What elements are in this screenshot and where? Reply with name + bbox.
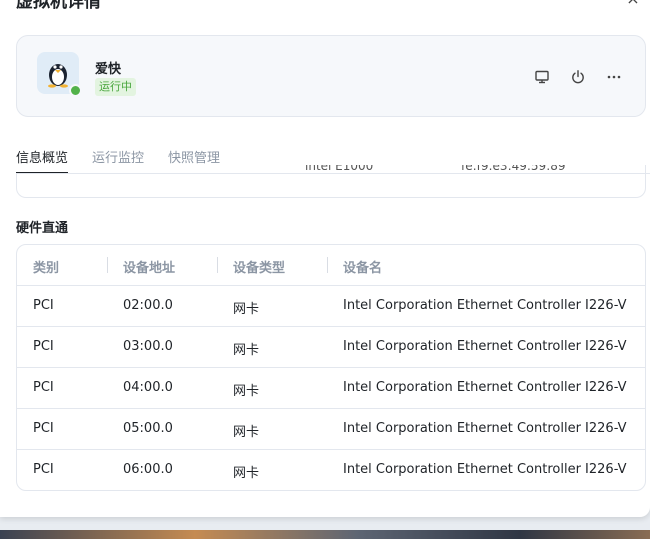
running-status-dot — [69, 84, 82, 97]
cell-category: PCI — [33, 380, 54, 395]
cell-category: PCI — [33, 298, 54, 313]
tab-snapshots[interactable]: 快照管理 — [168, 147, 220, 174]
cell-address: 02:00.0 — [123, 298, 173, 313]
cell-device-name: Intel Corporation Ethernet Controller I2… — [343, 421, 627, 436]
section-title-hardware: 硬件直通 — [16, 221, 69, 236]
column-header-address: 设备地址 — [123, 261, 176, 276]
table-row[interactable]: PCI 02:00.0 网卡 Intel Corporation Etherne… — [17, 286, 645, 327]
table-row[interactable]: PCI 06:00.0 网卡 Intel Corporation Etherne… — [17, 450, 645, 490]
cell-type: 网卡 — [233, 425, 260, 440]
column-separator — [107, 257, 108, 273]
vm-summary-card: 爱快 运行中 — [16, 35, 646, 117]
table-row[interactable]: PCI 05:00.0 网卡 Intel Corporation Etherne… — [17, 409, 645, 450]
more-horizontal-icon — [607, 75, 621, 79]
cell-address: 04:00.0 — [123, 380, 173, 395]
monitor-icon — [535, 70, 549, 84]
cell-category: PCI — [33, 462, 54, 477]
cell-address: 05:00.0 — [123, 421, 173, 436]
tab-divider — [16, 173, 650, 174]
table-header: 类别 设备地址 设备类型 设备名 — [17, 245, 645, 286]
vm-name: 爱快 — [95, 62, 122, 77]
power-button[interactable] — [567, 66, 589, 88]
column-header-category: 类别 — [33, 261, 60, 276]
cell-type: 网卡 — [233, 466, 260, 481]
table-row[interactable]: PCI 04:00.0 网卡 Intel Corporation Etherne… — [17, 368, 645, 409]
linux-penguin-icon — [48, 64, 68, 88]
hardware-table: 类别 设备地址 设备类型 设备名 PCI 02:00.0 网卡 Intel Co… — [16, 244, 646, 491]
dialog-title: 虚拟机详情 — [16, 0, 101, 12]
cell-type: 网卡 — [233, 302, 260, 317]
column-header-device-name: 设备名 — [343, 261, 383, 276]
tab-bar: 信息概览 运行监控 快照管理 — [16, 145, 221, 174]
more-button[interactable] — [603, 66, 625, 88]
close-icon[interactable]: × — [624, 0, 642, 8]
cell-category: PCI — [33, 421, 54, 436]
cell-type: 网卡 — [233, 343, 260, 358]
vm-detail-dialog: 虚拟机详情 × 爱快 运行中 — [0, 0, 650, 517]
cell-device-name: Intel Corporation Ethernet Controller I2… — [343, 380, 627, 395]
column-separator — [217, 257, 218, 273]
tab-overview[interactable]: 信息概览 — [16, 147, 69, 174]
cell-address: 06:00.0 — [123, 462, 173, 477]
table-row[interactable]: PCI 03:00.0 网卡 Intel Corporation Etherne… — [17, 327, 645, 368]
cell-category: PCI — [33, 339, 54, 354]
column-header-type: 设备类型 — [233, 261, 286, 276]
network-model: intel E1000 — [305, 165, 374, 173]
network-mac: fe:f9:e3:49:59:89 — [461, 165, 566, 173]
cell-device-name: Intel Corporation Ethernet Controller I2… — [343, 298, 627, 313]
cell-type: 网卡 — [233, 384, 260, 399]
tab-monitor[interactable]: 运行监控 — [92, 147, 144, 174]
desktop-wallpaper-edge — [0, 530, 650, 539]
status-badge: 运行中 — [95, 78, 136, 96]
console-button[interactable] — [531, 66, 553, 88]
column-separator — [327, 257, 328, 273]
cell-device-name: Intel Corporation Ethernet Controller I2… — [343, 462, 627, 477]
cell-address: 03:00.0 — [123, 339, 173, 354]
cell-device-name: Intel Corporation Ethernet Controller I2… — [343, 339, 627, 354]
vm-actions — [531, 66, 625, 88]
power-icon — [572, 70, 584, 84]
